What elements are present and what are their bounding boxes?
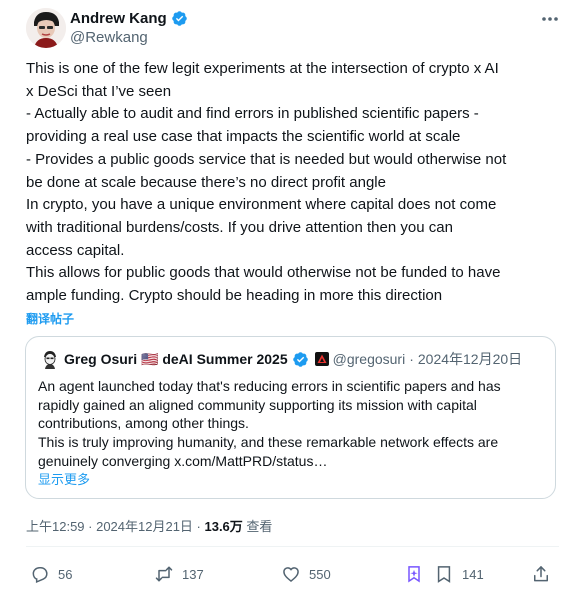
show-more-link[interactable]: 显示更多	[38, 469, 90, 488]
bookmark-icon	[437, 566, 451, 583]
post-body-line: This is one of the few legit experiments…	[26, 60, 499, 77]
post-header: Andrew Kang @Rewkang	[26, 8, 566, 48]
quoted-post-body: An agent launched today that's reducing …	[38, 377, 543, 471]
quoted-post[interactable]: Greg Osuri 🇺🇸 deAI Summer 2025 @gregosur…	[25, 336, 556, 499]
post-body-line: providing a real use case that impacts t…	[26, 128, 461, 146]
translate-post-link[interactable]: 翻译帖子	[26, 310, 74, 327]
quoted-separator: ·	[409, 351, 414, 367]
post-body-line: with traditional burdens/costs. If you d…	[26, 218, 453, 236]
like-button[interactable]: 550	[281, 562, 331, 586]
quoted-body-line: An agent launched today that's reducing …	[38, 378, 501, 394]
author-name-block: Andrew Kang @Rewkang	[70, 8, 188, 46]
reply-button[interactable]: 56	[30, 562, 72, 586]
action-bar: 56 137 550 141	[26, 560, 558, 588]
post-body-line: In crypto, you have a unique environment…	[26, 196, 497, 214]
actions-divider	[26, 546, 559, 547]
quoted-author-avatar[interactable]	[40, 349, 60, 369]
reply-icon	[32, 567, 48, 584]
author-display-name[interactable]: Andrew Kang	[70, 10, 167, 27]
repost-button[interactable]: 137	[154, 562, 204, 586]
like-count: 550	[309, 566, 331, 582]
quoted-author-name[interactable]: Greg Osuri 🇺🇸 deAI Summer 2025	[64, 351, 288, 368]
views-label: 查看	[242, 519, 273, 534]
quoted-body-line: contributions, among other things.	[38, 415, 249, 432]
quoted-body-line: rapidly gained an aligned community supp…	[38, 396, 477, 413]
grok-icon	[408, 566, 420, 583]
post-body-line: access capital.	[26, 241, 125, 259]
quoted-date[interactable]: 2024年12月20日	[418, 349, 522, 369]
post-body-line: x DeSci that I’ve seen	[26, 82, 172, 100]
reply-count: 56	[58, 566, 73, 582]
grok-button[interactable]	[404, 562, 432, 586]
heart-icon	[283, 567, 299, 583]
more-options-icon[interactable]	[538, 10, 562, 28]
verified-badge-icon	[292, 351, 309, 368]
author-handle[interactable]: @Rewkang	[70, 29, 188, 46]
post-timestamp: 上午12:59 · 2024年12月21日 · 13.6万 查看	[26, 516, 272, 535]
repost-icon	[155, 566, 173, 582]
post-body-line: ample funding. Crypto should be heading …	[26, 287, 443, 305]
repost-count: 137	[182, 566, 204, 582]
post-time-date[interactable]: 上午12:59 · 2024年12月21日 ·	[26, 519, 204, 534]
quoted-body-line: This is truly improving humanity, and th…	[38, 434, 499, 451]
post-body-line: - Provides a public goods service that i…	[26, 150, 507, 168]
verified-badge-icon[interactable]	[171, 10, 188, 27]
post-body-line: This allows for public goods that would …	[26, 264, 501, 282]
bookmark-count: 141	[462, 566, 484, 582]
view-count: 13.6万	[204, 519, 243, 534]
author-avatar[interactable]	[26, 8, 66, 48]
affiliate-badge-icon	[314, 352, 329, 366]
share-icon	[534, 566, 548, 582]
share-button[interactable]	[531, 562, 559, 586]
quoted-post-header: Greg Osuri 🇺🇸 deAI Summer 2025 @gregosur…	[40, 349, 522, 369]
quoted-author-handle[interactable]: @gregosuri	[333, 351, 406, 367]
quoted-body-line: genuinely converging x.com/MattPRD/statu…	[38, 452, 328, 469]
post-body-line: - Actually able to audit and find errors…	[26, 105, 479, 123]
post-body-line: be done at scale because there’s no dire…	[26, 173, 386, 191]
bookmark-button[interactable]: 141	[434, 562, 484, 586]
post-body: This is one of the few legit experiments…	[26, 58, 561, 308]
